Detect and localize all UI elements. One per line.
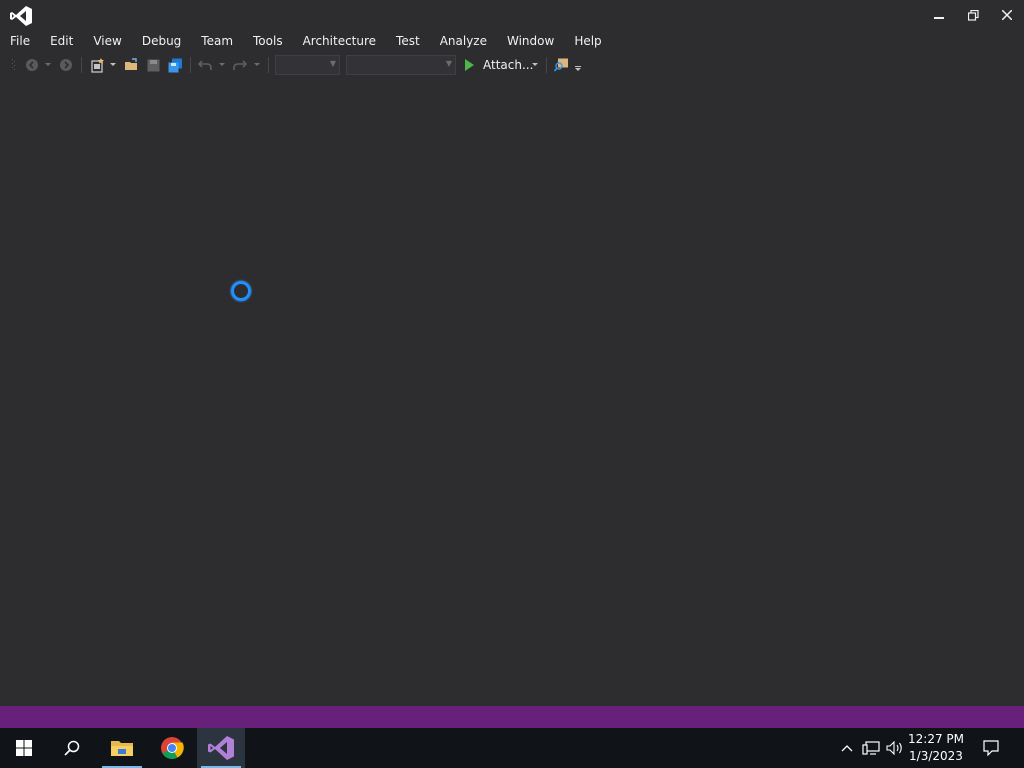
taskbar-file-explorer[interactable] [98, 728, 146, 768]
navigate-forward-button[interactable] [58, 56, 74, 74]
windows-start-icon [16, 740, 32, 756]
clock-date: 1/3/2023 [909, 749, 963, 763]
restore-icon [967, 9, 979, 21]
restore-button[interactable] [956, 0, 990, 30]
menu-view[interactable]: View [83, 30, 131, 52]
minimize-icon [934, 17, 944, 19]
action-center-button[interactable] [976, 728, 1006, 768]
open-file-icon [124, 58, 137, 70]
file-explorer-icon [111, 741, 133, 756]
windows-taskbar: 12:27 PM 1/3/2023 [0, 728, 1024, 768]
taskbar-visual-studio[interactable] [197, 728, 245, 768]
menu-edit[interactable]: Edit [40, 30, 83, 52]
toolbar-grip[interactable] [10, 56, 18, 74]
find-in-files-icon [553, 58, 568, 72]
chevron-down-icon [219, 63, 225, 66]
open-file-button[interactable] [122, 56, 140, 74]
network-button[interactable] [860, 728, 882, 768]
standard-toolbar: ▼ ▼ Attach... [0, 53, 1024, 77]
attach-dropdown[interactable] [530, 56, 540, 74]
title-bar [0, 0, 1024, 30]
menu-architecture[interactable]: Architecture [293, 30, 386, 52]
navigate-back-button[interactable] [24, 56, 40, 74]
start-icon [465, 59, 474, 71]
show-hidden-icons-button[interactable] [838, 728, 856, 768]
new-project-button[interactable] [88, 56, 106, 74]
chrome-icon [161, 737, 184, 759]
chevron-down-icon [45, 63, 51, 66]
minimize-button[interactable] [922, 0, 956, 30]
save-all-button[interactable] [166, 56, 184, 74]
attach-label: Attach... [483, 58, 534, 72]
chevron-down-icon: ▼ [329, 59, 336, 68]
close-button[interactable] [990, 0, 1024, 30]
attach-button[interactable]: Attach... [463, 56, 539, 74]
menu-analyze[interactable]: Analyze [430, 30, 497, 52]
visual-studio-icon [208, 736, 234, 760]
loading-spinner-icon [231, 281, 251, 301]
find-in-files-button[interactable] [552, 56, 570, 74]
new-project-icon [90, 57, 104, 73]
navigate-back-icon [26, 59, 38, 71]
chevron-down-icon [532, 63, 538, 66]
solution-platforms-combo[interactable]: ▼ [346, 55, 456, 75]
menu-file[interactable]: File [0, 30, 40, 52]
visual-studio-logo-icon [10, 6, 34, 28]
notifications-icon [983, 740, 999, 756]
search-icon [64, 740, 80, 756]
chevron-down-icon [110, 63, 116, 66]
menu-test[interactable]: Test [386, 30, 430, 52]
redo-icon [233, 60, 247, 70]
status-bar [0, 706, 1024, 728]
menu-debug[interactable]: Debug [132, 30, 191, 52]
redo-button[interactable] [231, 56, 249, 74]
navigate-back-dropdown[interactable] [43, 56, 53, 74]
menu-tools[interactable]: Tools [243, 30, 293, 52]
editor-area [0, 78, 1024, 706]
new-project-dropdown[interactable] [108, 56, 118, 74]
volume-icon [886, 741, 902, 755]
chevron-down-icon: ▼ [445, 59, 452, 68]
start-button[interactable] [0, 728, 48, 768]
chevron-down-icon [254, 63, 260, 66]
taskbar-clock[interactable]: 12:27 PM 1/3/2023 [906, 731, 966, 765]
save-all-icon [168, 58, 182, 72]
redo-dropdown[interactable] [252, 56, 262, 74]
save-button[interactable] [144, 56, 162, 74]
save-icon [147, 59, 159, 71]
menu-window[interactable]: Window [497, 30, 564, 52]
overflow-icon [575, 66, 581, 71]
solution-configurations-combo[interactable]: ▼ [275, 55, 340, 75]
network-icon [862, 741, 880, 755]
clock-time: 12:27 PM [908, 732, 964, 746]
menu-help[interactable]: Help [564, 30, 611, 52]
chevron-up-icon [841, 745, 853, 752]
menu-bar: File Edit View Debug Team Tools Architec… [0, 30, 1024, 52]
volume-button[interactable] [884, 728, 906, 768]
menu-team[interactable]: Team [191, 30, 243, 52]
navigate-forward-icon [60, 59, 72, 71]
undo-icon [198, 60, 212, 70]
undo-dropdown[interactable] [217, 56, 227, 74]
screen: File Edit View Debug Team Tools Architec… [0, 0, 1024, 768]
taskbar-chrome[interactable] [148, 728, 196, 768]
close-icon [1002, 10, 1012, 20]
undo-button[interactable] [196, 56, 214, 74]
toolbar-overflow-button[interactable] [572, 59, 584, 77]
taskbar-search-button[interactable] [48, 728, 96, 768]
